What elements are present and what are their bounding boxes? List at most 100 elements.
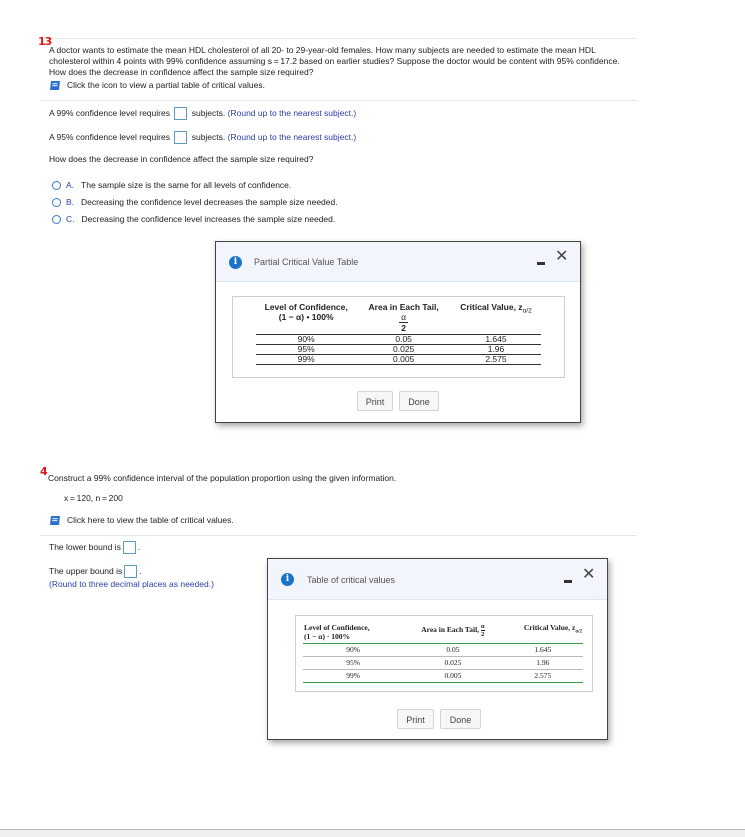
critical-values-link-text[interactable]: Click here to view the table of critical… bbox=[67, 515, 234, 525]
cell-confidence: 99% bbox=[303, 669, 404, 683]
dialog-header[interactable]: i Partial Critical Value Table ✕ bbox=[216, 242, 580, 282]
header-confidence-line2: (1 − α) · 100% bbox=[304, 632, 350, 641]
header-area: Area in Each Tail, α 2 bbox=[356, 301, 451, 335]
cell-area: 0.005 bbox=[403, 669, 503, 683]
cell-confidence: 90% bbox=[303, 643, 404, 657]
header-confidence-line1: Level of Confidence, bbox=[304, 623, 370, 632]
lower-bound-row: The lower bound is. bbox=[49, 541, 140, 555]
critical-values-dialog: i Table of critical values ✕ Level of Co… bbox=[267, 558, 608, 740]
option-b-text: Decreasing the confidence level decrease… bbox=[81, 197, 338, 207]
given-values: x = 120, n = 200 bbox=[64, 493, 123, 503]
header-area-alpha: α bbox=[480, 623, 485, 631]
close-icon[interactable]: ✕ bbox=[582, 566, 595, 582]
cell-critical: 2.575 bbox=[502, 669, 583, 683]
header-confidence: Level of Confidence, (1 − α) · 100% bbox=[303, 622, 404, 644]
print-button[interactable]: Print bbox=[357, 391, 393, 411]
option-a-radio[interactable] bbox=[52, 181, 61, 191]
header-critical-subscript: α/2 bbox=[522, 307, 532, 315]
divider bbox=[40, 535, 637, 536]
option-a-text: The sample size is the same for all leve… bbox=[81, 180, 292, 190]
done-button[interactable]: Done bbox=[440, 709, 481, 729]
table-row: 95% 0.025 1.96 bbox=[256, 344, 541, 355]
minimize-icon[interactable] bbox=[564, 580, 572, 583]
book-icon[interactable] bbox=[49, 515, 61, 526]
cell-critical: 1.96 bbox=[502, 656, 583, 670]
table-row: 99% 0.005 2.575 bbox=[256, 354, 541, 365]
info-icon: i bbox=[281, 573, 294, 586]
question-prompt-line: A doctor wants to estimate the mean HDL … bbox=[49, 45, 596, 55]
cell-critical: 1.645 bbox=[502, 643, 583, 657]
critical-values-link[interactable]: Click the icon to view a partial table o… bbox=[49, 80, 265, 91]
upper-bound-input[interactable] bbox=[124, 565, 138, 579]
answer-99-row: A 99% confidence level requires subjects… bbox=[49, 107, 357, 121]
option-c[interactable]: C. Decreasing the confidence level increa… bbox=[52, 214, 336, 225]
question-prompt: Construct a 99% confidence interval of t… bbox=[48, 473, 397, 483]
lower-bound-label: The lower bound is bbox=[49, 542, 121, 552]
dialog-header[interactable]: i Table of critical values ✕ bbox=[268, 559, 607, 600]
minimize-icon[interactable] bbox=[537, 262, 545, 265]
option-b[interactable]: B. Decreasing the confidence level decrea… bbox=[52, 197, 338, 208]
answer-99-prefix: A 99% confidence level requires bbox=[49, 108, 170, 118]
question-prompt-line: How does the decrease in confidence affe… bbox=[49, 67, 314, 77]
option-b-radio[interactable] bbox=[52, 198, 61, 208]
question-prompt-line: cholesterol within 4 points with 99% con… bbox=[49, 56, 620, 66]
header-critical: Critical Value, zα/2 bbox=[502, 622, 583, 644]
option-b-letter: B. bbox=[66, 197, 75, 207]
answer-95-row: A 95% confidence level requires subjects… bbox=[49, 131, 357, 145]
question-number-annotation: 4 bbox=[40, 465, 48, 478]
done-button[interactable]: Done bbox=[399, 391, 439, 411]
book-icon[interactable] bbox=[49, 80, 61, 91]
answer-99-input[interactable] bbox=[174, 107, 188, 121]
upper-bound-label: The upper bound is bbox=[49, 566, 123, 576]
print-button[interactable]: Print bbox=[397, 709, 434, 729]
info-icon: i bbox=[229, 256, 242, 269]
header-critical-subscript: α/2 bbox=[575, 629, 582, 635]
option-a[interactable]: A. The sample size is the same for all le… bbox=[52, 180, 292, 191]
critical-values-link-text[interactable]: Click the icon to view a partial table o… bbox=[67, 80, 265, 90]
answer-95-prefix: A 95% confidence level requires bbox=[49, 132, 170, 142]
header-area-fraction: α2 bbox=[480, 623, 485, 638]
cell-area: 0.025 bbox=[403, 656, 503, 670]
header-area: Area in Each Tail, α2 bbox=[403, 622, 503, 644]
cell-area: 0.005 bbox=[356, 354, 451, 365]
header-area-alpha: α bbox=[401, 312, 407, 322]
critical-value-table: Level of Confidence, (1 − α) • 100% Area… bbox=[256, 301, 541, 365]
header-area-text: Area in Each Tail, bbox=[421, 625, 480, 635]
cell-critical: 2.575 bbox=[450, 354, 541, 365]
divider bbox=[47, 38, 637, 39]
table-row: 99% 0.005 2.575 bbox=[303, 669, 583, 683]
lower-bound-input[interactable] bbox=[122, 541, 136, 555]
header-area-denominator: 2 bbox=[399, 322, 408, 333]
table-header-row: Level of Confidence, (1 − α) • 100% Area… bbox=[256, 301, 541, 335]
option-c-letter: C. bbox=[66, 214, 75, 224]
header-confidence-line1: Level of Confidence, bbox=[264, 302, 348, 312]
option-a-letter: A. bbox=[66, 180, 75, 190]
header-confidence: Level of Confidence, (1 − α) • 100% bbox=[256, 301, 357, 335]
answer-99-hint: (Round up to the nearest subject.) bbox=[227, 108, 357, 118]
table-row: 90% 0.05 1.645 bbox=[256, 334, 541, 345]
answer-95-suffix: subjects. bbox=[191, 132, 226, 142]
header-area-denominator: 2 bbox=[481, 631, 485, 638]
answer-95-hint: (Round up to the nearest subject.) bbox=[227, 132, 357, 142]
cell-confidence: 95% bbox=[303, 656, 404, 670]
table-row: 95% 0.025 1.96 bbox=[303, 656, 583, 670]
table-header-row: Level of Confidence, (1 − α) · 100% Area… bbox=[303, 622, 583, 644]
upper-bound-row: The upper bound is. bbox=[49, 565, 142, 579]
close-icon[interactable]: ✕ bbox=[555, 248, 568, 264]
critical-values-link[interactable]: Click here to view the table of critical… bbox=[49, 515, 234, 526]
option-c-text: Decreasing the confidence level increase… bbox=[81, 214, 336, 224]
cell-critical: 1.645 bbox=[450, 334, 541, 345]
cell-confidence: 90% bbox=[256, 334, 357, 345]
answer-95-input[interactable] bbox=[174, 131, 188, 145]
rounding-hint: (Round to three decimal places as needed… bbox=[49, 579, 214, 589]
header-critical: Critical Value, zα/2 bbox=[450, 301, 541, 335]
header-critical-text: Critical Value, z bbox=[460, 302, 523, 312]
multiple-choice-question: How does the decrease in confidence affe… bbox=[49, 154, 314, 164]
cell-confidence: 99% bbox=[256, 354, 357, 365]
header-confidence-line2: (1 − α) • 100% bbox=[278, 312, 334, 322]
option-c-radio[interactable] bbox=[52, 215, 61, 225]
cell-critical: 1.96 bbox=[450, 344, 541, 355]
cell-confidence: 95% bbox=[256, 344, 357, 355]
answer-99-suffix: subjects. bbox=[191, 108, 226, 118]
critical-value-table: Level of Confidence, (1 − α) · 100% Area… bbox=[303, 622, 583, 683]
